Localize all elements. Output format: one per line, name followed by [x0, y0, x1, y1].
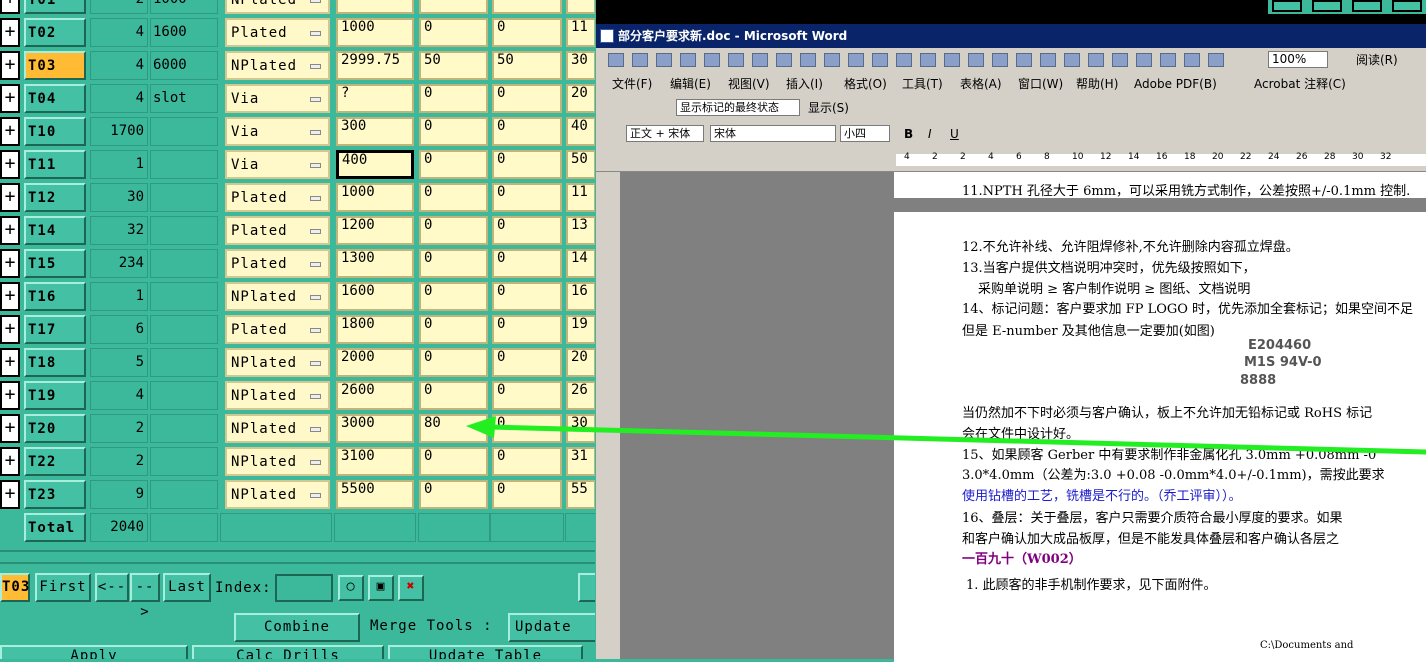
green-arrow [466, 416, 1426, 455]
